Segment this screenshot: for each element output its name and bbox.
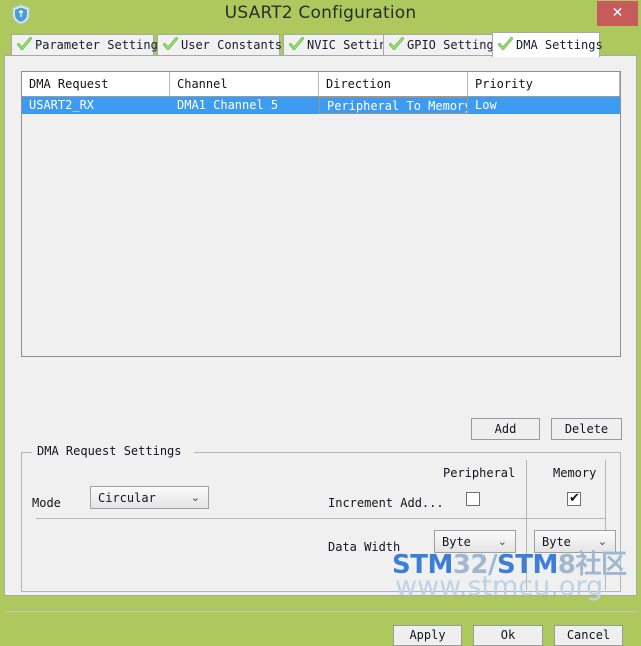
chevron-down-icon: ⌄ — [597, 535, 607, 548]
memory-increment-checkmark: ✔ — [569, 491, 580, 506]
page-title: USART2 Configuration — [224, 3, 417, 23]
peripheral-data-width-value: Byte — [442, 535, 471, 549]
dma-request-settings-group: DMA Request Settings Peripheral Memory M… — [21, 444, 621, 592]
chevron-down-icon: ⌄ — [497, 535, 507, 548]
column-header[interactable]: Priority — [468, 72, 620, 96]
dma-settings-panel: DMA Request Channel Direction Priority USAR… — [4, 55, 637, 646]
tab-user-constants[interactable]: User Constants — [157, 34, 283, 56]
delete-button[interactable]: Delete — [551, 418, 622, 440]
tab-label: User Constants — [181, 38, 283, 52]
mode-select-value: Circular — [98, 491, 156, 505]
footer-separator — [5, 611, 636, 612]
cancel-button[interactable]: Cancel — [554, 625, 623, 646]
peripheral-increment-checkbox[interactable] — [466, 492, 480, 506]
column-header[interactable]: Direction — [319, 72, 468, 96]
tab-label: DMA Settings — [516, 38, 603, 52]
group-divider-horizontal — [36, 518, 605, 519]
title-bar: USART2 Configuration ✕ — [0, 0, 641, 29]
peripheral-data-width-select[interactable]: Byte ⌄ — [434, 530, 516, 553]
tab-parameter-settings[interactable]: Parameter Settings — [11, 34, 165, 56]
table-header-row: DMA Request Channel Direction Priority — [22, 72, 620, 97]
table-row[interactable]: USART2_RX DMA1 Channel 5 Peripheral To Mem… — [22, 97, 620, 114]
usart2-configuration-window: USART2 Configuration ✕ Parameter Setting… — [0, 0, 641, 646]
table-cell[interactable]: DMA1 Channel 5 — [170, 97, 319, 114]
memory-data-width-select[interactable]: Byte ⌄ — [534, 530, 616, 553]
tab-gpio-settings[interactable]: GPIO Settings — [383, 34, 501, 56]
table-cell[interactable]: Peripheral To Memory — [319, 97, 468, 114]
ok-button[interactable]: Ok — [473, 625, 543, 646]
check-icon — [498, 35, 513, 59]
tab-label: Parameter Settings — [35, 38, 166, 52]
close-button[interactable]: ✕ — [597, 1, 638, 26]
group-border-right — [194, 452, 621, 453]
dma-request-table[interactable]: DMA Request Channel Direction Priority USAR… — [21, 71, 621, 357]
memory-data-width-value: Byte — [542, 535, 571, 549]
data-width-label: Data Width — [328, 540, 401, 554]
memory-increment-checkbox[interactable]: ✔ — [567, 491, 581, 506]
mode-select[interactable]: Circular ⌄ — [90, 486, 209, 509]
peripheral-column-label: Peripheral — [443, 466, 516, 480]
mode-label: Mode — [32, 496, 61, 510]
increment-address-label: Increment Add... — [328, 496, 444, 510]
column-header[interactable]: Channel — [170, 72, 319, 96]
add-button[interactable]: Add — [471, 418, 540, 440]
tab-dma-settings[interactable]: DMA Settings — [492, 32, 603, 59]
memory-column-label: Memory — [553, 466, 597, 480]
table-cell[interactable]: Low — [468, 97, 620, 114]
group-divider-vertical-left — [526, 460, 527, 590]
group-divider-vertical-right — [605, 460, 606, 590]
table-body: USART2_RX DMA1 Channel 5 Peripheral To Mem… — [22, 97, 620, 114]
tab-nvic-settings[interactable]: NVIC Settings — [283, 34, 401, 56]
column-header[interactable]: DMA Request — [22, 72, 170, 96]
chevron-down-icon: ⌄ — [190, 491, 200, 504]
table-cell[interactable]: USART2_RX — [22, 97, 170, 114]
apply-button[interactable]: Apply — [393, 625, 462, 646]
tab-label: GPIO Settings — [407, 38, 501, 52]
group-title: DMA Request Settings — [34, 444, 185, 458]
tab-bar: Parameter Settings User Constants NVIC Set… — [11, 32, 630, 59]
group-border-left — [21, 452, 32, 453]
